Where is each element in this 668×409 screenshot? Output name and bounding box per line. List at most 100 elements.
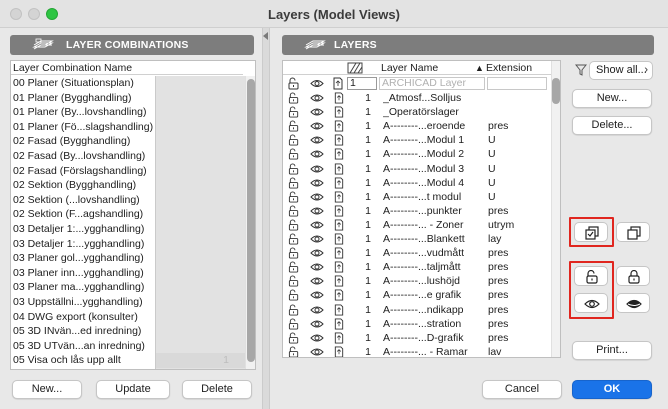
wrapping-icon[interactable] <box>332 261 346 273</box>
combination-row[interactable]: 02 Fasad (Bygghandling) <box>11 134 251 150</box>
hide-layers-button[interactable] <box>616 293 650 313</box>
layer-row[interactable]: 1 A--------...eroende pres <box>283 119 551 134</box>
combination-row[interactable]: 03 Planer ma...ygghandling) <box>11 280 251 296</box>
unlocked-icon[interactable] <box>287 162 301 175</box>
wrapping-icon[interactable] <box>332 177 346 189</box>
combination-row[interactable]: 00 Planer (Situationsplan) <box>11 76 251 91</box>
visible-eye-icon[interactable] <box>310 233 324 245</box>
wrapping-icon[interactable] <box>332 191 346 203</box>
visible-eye-icon[interactable] <box>310 191 324 203</box>
visible-eye-icon[interactable] <box>310 92 324 104</box>
layer-row[interactable]: 1 A--------... - Zoner utrym <box>283 218 551 233</box>
new-combination-button[interactable]: New... <box>12 380 82 399</box>
combination-row[interactable]: 05 3D INvän...ed inredning) <box>11 324 251 340</box>
layer-row[interactable]: 1 A--------...Modul 1 U <box>283 133 551 148</box>
wrapping-icon[interactable] <box>332 346 346 358</box>
combination-row[interactable]: 01 Planer (By...lovshandling) <box>11 105 251 121</box>
layer-row[interactable]: 1 A--------...e grafik pres <box>283 288 551 303</box>
layer-row[interactable]: 1 A--------...Blankett lay <box>283 232 551 247</box>
wrapping-icon[interactable] <box>332 205 346 217</box>
wrapping-icon[interactable] <box>332 106 346 118</box>
layers-scrollbar[interactable] <box>552 78 560 104</box>
layer-row[interactable]: 1 A--------...lushöjd pres <box>283 274 551 289</box>
layer-row[interactable]: 1 A--------...taljmått pres <box>283 260 551 275</box>
layer-row[interactable]: 1 A--------... - Ramar lav <box>283 345 551 358</box>
layer-row[interactable]: 1 _Atmosf...Solljus <box>283 91 551 106</box>
new-layer-button[interactable]: New... <box>572 89 652 108</box>
visible-eye-icon[interactable] <box>310 332 324 344</box>
combination-row[interactable]: 02 Sektion (F...agshandling) <box>11 207 251 223</box>
combination-row[interactable]: 03 Planer gol...ygghandling) <box>11 251 251 267</box>
collapse-arrow-icon[interactable] <box>263 32 268 40</box>
layers-scroll-track[interactable] <box>551 61 560 357</box>
unlocked-icon[interactable] <box>287 134 301 146</box>
wrapping-icon[interactable] <box>332 120 346 132</box>
visible-eye-icon[interactable] <box>310 177 324 189</box>
wrapping-icon[interactable] <box>332 275 346 287</box>
cancel-button[interactable]: Cancel <box>482 380 562 399</box>
wrapping-icon[interactable] <box>332 247 346 259</box>
wrapping-icon[interactable] <box>332 233 346 245</box>
visible-eye-icon[interactable] <box>310 346 324 358</box>
unlocked-icon[interactable] <box>287 120 301 132</box>
layer-row[interactable]: 1 A--------...punkter pres <box>283 204 551 219</box>
unlocked-icon[interactable] <box>287 275 301 287</box>
new-layer-extension-field[interactable] <box>487 77 547 90</box>
visible-eye-icon[interactable] <box>310 134 324 146</box>
delete-layer-button[interactable]: Delete... <box>572 116 652 135</box>
visible-eye-icon[interactable] <box>310 120 324 132</box>
select-layers-button[interactable] <box>574 222 608 242</box>
combination-row[interactable]: 01 Planer (Bygghandling) <box>11 90 251 106</box>
layer-row[interactable]: 1 A--------...Modul 2 U <box>283 147 551 162</box>
ok-button[interactable]: OK <box>572 380 652 399</box>
wrapping-icon[interactable] <box>332 318 346 330</box>
show-filter-select[interactable]: Show all... › <box>589 61 653 80</box>
visible-eye-icon[interactable] <box>310 205 324 217</box>
visible-eye-icon[interactable] <box>310 163 324 175</box>
combination-row[interactable]: 02 Sektion (...lovshandling) <box>11 192 251 208</box>
unlocked-icon[interactable] <box>287 177 301 189</box>
show-layers-button[interactable] <box>574 293 608 313</box>
layer-row[interactable]: 1 A--------...ndikapp pres <box>283 303 551 318</box>
visible-eye-icon[interactable] <box>310 148 324 160</box>
panel-divider[interactable] <box>262 28 270 409</box>
unlocked-icon[interactable] <box>287 191 301 203</box>
visible-eye-icon[interactable] <box>310 289 324 301</box>
layer-row[interactable]: 1 _Operatörslager <box>283 105 551 120</box>
unlocked-icon[interactable] <box>287 247 301 259</box>
unlocked-icon[interactable] <box>287 332 301 344</box>
update-combination-button[interactable]: Update <box>96 380 170 399</box>
wrapping-icon[interactable] <box>332 303 346 316</box>
unlocked-icon[interactable] <box>287 77 301 90</box>
wrapping-icon[interactable] <box>332 134 346 146</box>
combination-row[interactable]: 02 Sektion (Bygghandling) <box>11 178 251 194</box>
combinations-scrollbar[interactable] <box>247 79 255 362</box>
combination-row[interactable]: 03 Detaljer 1:...ygghandling) <box>11 236 251 252</box>
visible-eye-icon[interactable] <box>310 247 324 259</box>
combination-row[interactable]: 06 Lås allt <box>11 368 251 369</box>
layer-row[interactable]: 1 A--------...stration pres <box>283 317 551 332</box>
wrapping-icon[interactable] <box>332 162 346 175</box>
combination-row[interactable]: 02 Fasad (By...lovshandling) <box>11 149 251 164</box>
layer-row[interactable]: 1 A--------...D-grafik pres <box>283 331 551 346</box>
combination-row[interactable]: 05 3D UTvän...an inredning) <box>11 338 251 354</box>
unlocked-icon[interactable] <box>287 205 301 217</box>
unlock-layers-button[interactable] <box>574 266 608 286</box>
new-layer-row[interactable]: 1 ARCHICAD Layer <box>283 76 551 91</box>
unlocked-icon[interactable] <box>287 318 301 330</box>
visible-eye-icon[interactable] <box>310 318 324 330</box>
combination-row[interactable]: 03 Uppställni...ygghandling) <box>11 295 251 310</box>
wrapping-icon[interactable] <box>332 77 344 90</box>
unlocked-icon[interactable] <box>287 289 301 301</box>
print-layers-button[interactable]: Print... <box>572 341 652 360</box>
unlocked-icon[interactable] <box>287 261 301 273</box>
visible-eye-icon[interactable] <box>310 106 324 118</box>
unlocked-icon[interactable] <box>287 233 301 245</box>
unlocked-icon[interactable] <box>287 219 301 231</box>
layer-row[interactable]: 1 A--------...vudmått pres <box>283 246 551 261</box>
visible-eye-icon[interactable] <box>310 261 324 273</box>
wrapping-icon[interactable] <box>332 148 346 160</box>
wrapping-icon[interactable] <box>332 332 346 344</box>
hatch-column-icon[interactable] <box>347 62 363 74</box>
visible-eye-icon[interactable] <box>310 78 324 89</box>
